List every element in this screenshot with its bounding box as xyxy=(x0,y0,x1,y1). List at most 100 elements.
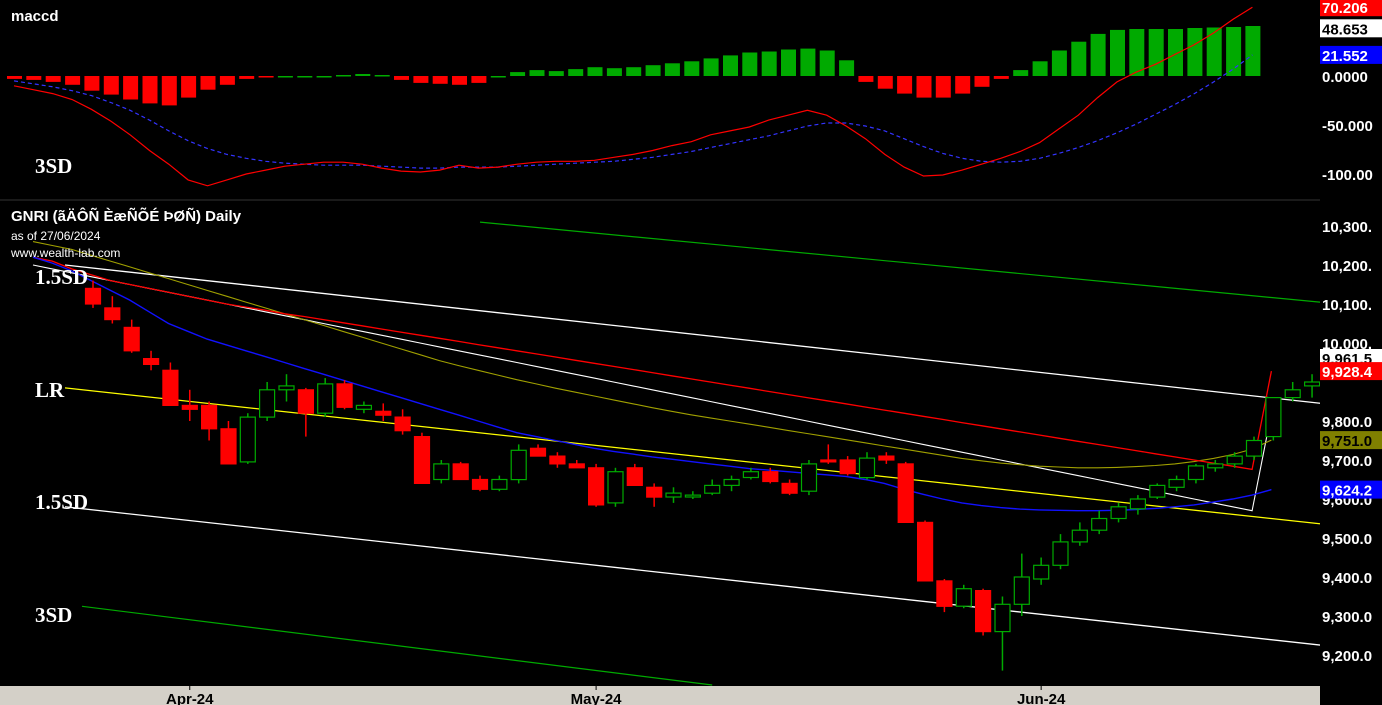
macd-histogram-bar xyxy=(974,76,990,87)
candle-body xyxy=(1168,478,1185,488)
upper-1-5sd-label: 1.5SD xyxy=(35,265,89,289)
macd-histogram-bar xyxy=(916,76,932,98)
candle-body xyxy=(839,459,856,475)
candle-body xyxy=(317,383,334,414)
macd-histogram-bar xyxy=(1090,33,1106,76)
macd-histogram-bar xyxy=(355,74,371,76)
macd-histogram-bar xyxy=(103,76,119,95)
macd-histogram-bar xyxy=(645,65,661,76)
macd-histogram-bar xyxy=(1051,50,1067,76)
price-axis-tick-label: 9,500.0 xyxy=(1322,531,1372,548)
macd-histogram-bar xyxy=(123,76,139,100)
macd-histogram-bar xyxy=(374,75,390,77)
candle-body xyxy=(1013,576,1030,605)
macd-histogram-bar xyxy=(568,69,584,76)
macd-histogram-bar xyxy=(1013,70,1029,76)
lower-3sd-label: 3SD xyxy=(35,603,73,627)
price-axis-tick-label: 9,800.0 xyxy=(1322,414,1372,431)
macd-histogram-bar xyxy=(161,76,177,106)
macd-histogram-bar xyxy=(800,48,816,76)
candle-body xyxy=(413,436,431,485)
candle-body xyxy=(723,478,740,487)
macd-histogram-bar xyxy=(626,67,642,76)
candle-body xyxy=(375,410,392,416)
candle-body xyxy=(974,589,992,633)
candle-body xyxy=(278,385,295,391)
macd-histogram-bar xyxy=(781,49,796,76)
macd-histogram-bar xyxy=(935,76,951,98)
macd-histogram-bar xyxy=(606,68,622,76)
macd-histogram-bar xyxy=(432,76,448,84)
candle-body xyxy=(181,404,198,410)
macd-histogram-bar xyxy=(471,76,487,83)
candle-body xyxy=(684,494,702,498)
macd-histogram-bar xyxy=(239,76,255,79)
candle-body xyxy=(1091,517,1108,531)
price-axis-tick-label: 10,200. xyxy=(1322,258,1372,275)
candle-body xyxy=(646,486,663,498)
price-value-tag-text: 9,751.0 xyxy=(1322,433,1372,450)
macd-histogram-bar xyxy=(703,58,719,76)
candle-body xyxy=(104,307,121,321)
macd-histogram-bar xyxy=(1032,61,1048,76)
candle-body xyxy=(1265,397,1282,438)
macd-histogram-bar xyxy=(142,76,158,104)
candle-body xyxy=(858,457,876,479)
candle-body xyxy=(607,471,624,504)
candle-body xyxy=(529,447,547,457)
macd-histogram-bar xyxy=(723,55,738,76)
macd-histogram-bar xyxy=(587,67,603,76)
macd-histogram-bar xyxy=(258,76,274,78)
macd-histogram-bar xyxy=(26,76,42,80)
candle-body xyxy=(916,521,934,582)
macd-histogram-bar xyxy=(394,76,409,80)
candle-body xyxy=(1129,498,1147,510)
macd-histogram-bar xyxy=(1226,27,1242,76)
source-label: www.wealth-lab.com xyxy=(11,246,121,260)
candle-body xyxy=(1245,439,1263,457)
price-value-tag-text: 9,624.2 xyxy=(1322,483,1372,500)
price-axis-tick-label: 9,200.0 xyxy=(1322,648,1372,665)
candle-body xyxy=(297,389,314,414)
candle-body xyxy=(878,455,895,461)
macd-title: maccd xyxy=(11,8,59,25)
candle-body xyxy=(1207,463,1224,469)
macd-value-tag-text: 70.206 xyxy=(1322,0,1368,17)
macd-histogram-bar xyxy=(955,76,971,94)
candle-body xyxy=(1033,564,1050,580)
candle-body xyxy=(742,471,760,479)
candle-body xyxy=(1284,389,1301,399)
lr-label: LR xyxy=(35,378,65,402)
candle-body xyxy=(1226,455,1243,465)
candle-body xyxy=(1052,541,1069,566)
macd-histogram-bar xyxy=(84,76,100,91)
candle-body xyxy=(781,482,798,494)
macd-histogram-bar xyxy=(1206,27,1222,76)
macd-histogram-bar xyxy=(1168,29,1183,76)
x-axis-month-label: Jun-24 xyxy=(1017,691,1066,705)
candle-body xyxy=(491,478,508,490)
macd-histogram-bar xyxy=(858,76,874,82)
candle-body xyxy=(201,404,218,430)
macd-histogram-bar xyxy=(277,76,293,78)
macd-histogram-bar xyxy=(1187,28,1203,76)
macd-histogram-bar xyxy=(877,76,893,89)
price-chart-title: GNRI (ãÄÔÑ ÈæÑÕÉ ÞØÑ) Daily xyxy=(11,208,242,225)
macd-histogram-bar xyxy=(529,70,545,76)
price-axis-tick-label: 9,700.0 xyxy=(1322,453,1372,470)
macd-histogram-bar xyxy=(336,75,351,77)
chart-canvas: 0.0000 -50.000 -100.00 10,300. 10,200. 10,100… xyxy=(0,0,1382,705)
candle-body xyxy=(433,463,450,481)
macd-histogram-bar xyxy=(839,60,855,76)
macd-histogram-bar xyxy=(200,76,216,90)
macd-histogram-bar xyxy=(761,51,777,76)
macd-histogram-bar xyxy=(664,63,680,76)
macd-axis-tick-label: -50.000 xyxy=(1322,118,1373,135)
candle-body xyxy=(259,389,276,418)
macd-histogram-bar xyxy=(490,76,506,78)
candle-body xyxy=(936,580,953,607)
price-axis-tick-label: 10,100. xyxy=(1322,297,1372,314)
macd-histogram-bar xyxy=(1148,29,1164,76)
candle-body xyxy=(955,588,972,607)
price-axis-tick-label: 10,300. xyxy=(1322,219,1372,236)
